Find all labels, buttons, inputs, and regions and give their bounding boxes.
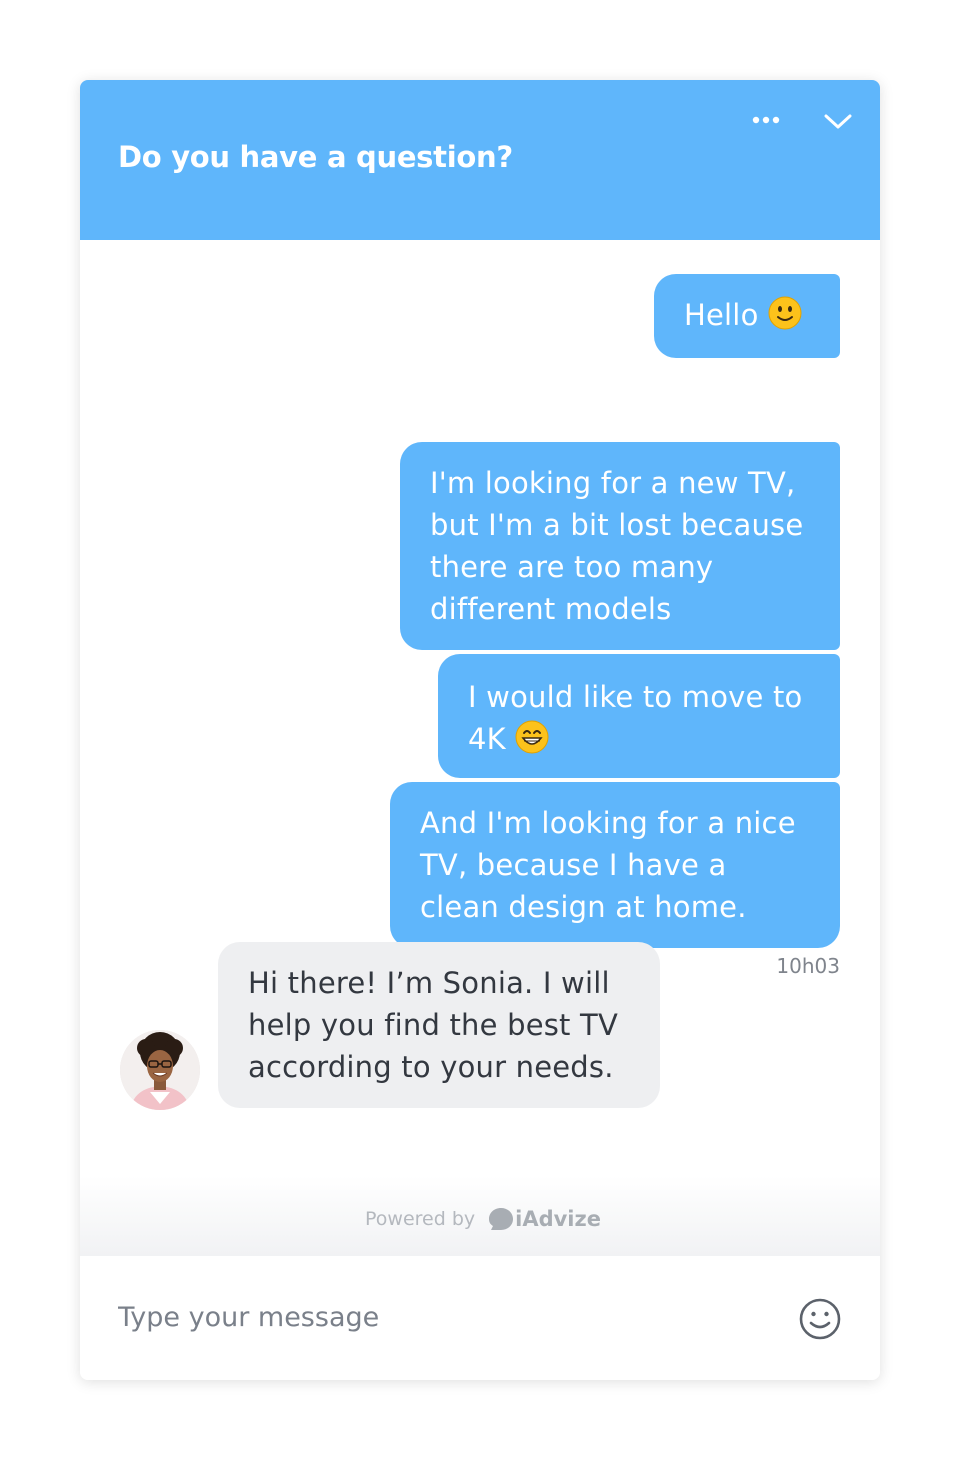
powered-by-label: Powered by — [365, 1208, 476, 1230]
emoji-picker-button[interactable] — [798, 1297, 842, 1341]
chat-title: Do you have a question? — [118, 140, 513, 174]
message-input[interactable] — [118, 1292, 778, 1342]
message-text: I'm looking for a new TV, but I'm a bit … — [430, 466, 804, 626]
visitor-message: I'm looking for a new TV, but I'm a bit … — [400, 442, 840, 650]
more-options-button[interactable] — [748, 106, 792, 134]
chat-widget: Do you have a question? Hello I'm lookin… — [80, 80, 880, 1380]
agent-avatar-image — [120, 1030, 200, 1110]
message-timestamp: 10h03 — [776, 954, 840, 978]
minimize-button[interactable] — [818, 106, 858, 136]
visitor-message: I would like to move to 4K — [438, 654, 840, 778]
message-text: Hi there! I’m Sonia. I will help you fin… — [248, 966, 618, 1084]
chat-header: Do you have a question? — [80, 80, 880, 240]
more-horizontal-icon — [752, 116, 780, 124]
message-text: And I'm looking for a nice TV, because I… — [420, 806, 796, 924]
visitor-message: And I'm looking for a nice TV, because I… — [390, 782, 840, 948]
smiley-icon — [799, 1298, 841, 1340]
message-composer — [80, 1256, 880, 1380]
iadvize-logo-icon — [489, 1208, 514, 1230]
conversation-area[interactable]: Hello I'm looking for a new TV, but I'm … — [80, 240, 880, 1256]
powered-by-footer: Powered by iAdvize — [80, 1176, 880, 1256]
message-text: Hello — [684, 298, 759, 332]
agent-avatar — [120, 1030, 200, 1110]
brand-name: iAdvize — [515, 1207, 601, 1231]
visitor-message: Hello — [654, 274, 840, 358]
agent-message: Hi there! I’m Sonia. I will help you fin… — [218, 942, 660, 1108]
powered-by-link[interactable]: Powered by iAdvize — [365, 1204, 601, 1234]
chevron-down-icon — [824, 114, 852, 129]
slightly-smiling-face-icon — [768, 296, 802, 330]
grinning-face-icon — [515, 720, 549, 754]
